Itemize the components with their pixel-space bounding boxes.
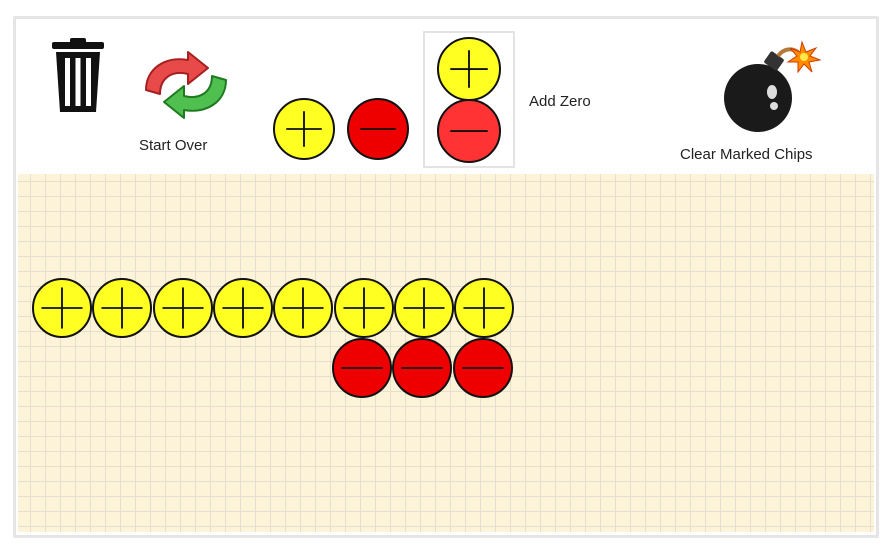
plus-icon xyxy=(41,287,83,329)
positive-chip[interactable] xyxy=(152,278,213,338)
negative-chip[interactable] xyxy=(452,338,513,398)
positive-chip[interactable] xyxy=(454,278,515,338)
positive-chip[interactable] xyxy=(333,278,394,338)
zero-pair-negative-chip xyxy=(437,99,501,163)
plus-icon xyxy=(450,50,488,88)
refresh-arrows-icon xyxy=(145,51,227,119)
plus-icon xyxy=(286,111,322,147)
negative-chip[interactable] xyxy=(332,338,392,398)
zero-pair-positive-chip xyxy=(437,37,501,101)
chip-workspace[interactable] xyxy=(18,174,874,532)
bomb-icon xyxy=(724,40,822,132)
positive-chip[interactable] xyxy=(32,278,92,338)
minus-icon xyxy=(341,367,383,369)
start-over-label: Start Over xyxy=(139,137,208,154)
plus-icon xyxy=(282,287,324,329)
minus-icon xyxy=(462,367,504,369)
clear-marked-chips-label: Clear Marked Chips xyxy=(680,146,813,163)
start-over-button[interactable]: Start Over xyxy=(136,50,236,160)
minus-icon xyxy=(401,367,443,369)
palette-negative-chip[interactable] xyxy=(347,98,409,160)
add-zero-label[interactable]: Add Zero xyxy=(529,93,591,110)
clear-marked-chips-button[interactable]: Clear Marked Chips xyxy=(678,40,848,170)
minus-icon xyxy=(450,130,488,132)
plus-icon xyxy=(222,287,264,329)
plus-icon xyxy=(403,287,445,329)
plus-icon xyxy=(162,287,204,329)
positive-chip[interactable] xyxy=(393,278,454,338)
palette-positive-chip[interactable] xyxy=(273,98,335,160)
minus-icon xyxy=(360,128,396,130)
positive-chip[interactable] xyxy=(212,278,273,338)
plus-icon xyxy=(342,287,385,329)
add-zero-pair-button[interactable] xyxy=(423,31,515,168)
positive-chip[interactable] xyxy=(92,278,153,338)
toolbar: Start Over Add Zero Clear Marked Chips xyxy=(18,22,874,174)
plus-icon xyxy=(463,287,505,329)
positive-chip[interactable] xyxy=(273,278,334,338)
negative-chip[interactable] xyxy=(392,338,453,398)
trash-button[interactable] xyxy=(44,38,112,116)
trash-can-icon xyxy=(52,38,104,112)
plus-icon xyxy=(101,287,143,329)
